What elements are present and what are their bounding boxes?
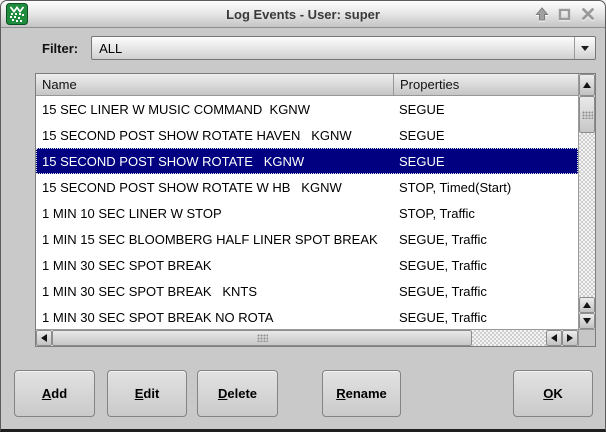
chevron-down-icon	[581, 46, 589, 51]
event-name: 15 SEC LINER W MUSIC COMMAND KGNW	[36, 102, 393, 117]
table-row-selected[interactable]: 15 SECOND POST SHOW ROTATE KGNW SEGUE	[36, 148, 578, 174]
vertical-scrollbar-track[interactable]	[579, 133, 595, 297]
add-button[interactable]: Add	[14, 370, 95, 417]
filter-label: Filter:	[42, 41, 78, 56]
grip-icon	[582, 111, 593, 119]
event-properties: SEGUE, Traffic	[393, 310, 578, 325]
list-rows: 15 SEC LINER W MUSIC COMMAND KGNW SEGUE …	[36, 96, 578, 329]
table-row[interactable]: 1 MIN 30 SEC SPOT BREAK SEGUE, Traffic	[36, 252, 578, 278]
window-title: Log Events - User: super	[1, 7, 605, 22]
down-arrow-icon	[583, 318, 591, 324]
event-name: 1 MIN 30 SEC SPOT BREAK	[36, 258, 393, 273]
event-properties: SEGUE, Traffic	[393, 232, 578, 247]
log-events-dialog: Log Events - User: super Filter: ALL Nam…	[0, 0, 606, 432]
vertical-scrollbar[interactable]	[578, 74, 595, 329]
left-arrow-icon	[41, 334, 47, 342]
event-name: 15 SECOND POST SHOW ROTATE KGNW	[36, 154, 393, 169]
filter-row: Filter: ALL	[1, 36, 596, 60]
table-row[interactable]: 1 MIN 30 SEC SPOT BREAK NO ROTA SEGUE, T…	[36, 304, 578, 329]
combo-dropdown-button[interactable]	[574, 37, 595, 59]
list-header: Name Properties	[36, 74, 578, 96]
table-row[interactable]: 15 SEC LINER W MUSIC COMMAND KGNW SEGUE	[36, 96, 578, 122]
table-row[interactable]: 1 MIN 15 SEC BLOOMBERG HALF LINER SPOT B…	[36, 226, 578, 252]
event-properties: STOP, Timed(Start)	[393, 180, 578, 195]
titlebar[interactable]: Log Events - User: super	[1, 1, 605, 28]
horizontal-scrollbar-track[interactable]	[472, 330, 546, 346]
event-properties: SEGUE	[393, 128, 578, 143]
event-properties: SEGUE, Traffic	[393, 284, 578, 299]
event-properties: SEGUE	[393, 154, 578, 169]
horizontal-scrollbar[interactable]	[36, 329, 578, 346]
grip-icon	[257, 334, 268, 342]
event-properties: STOP, Traffic	[393, 206, 578, 221]
column-header-name[interactable]: Name	[36, 74, 394, 95]
event-name: 1 MIN 30 SEC SPOT BREAK KNTS	[36, 284, 393, 299]
maximize-icon[interactable]	[557, 7, 572, 22]
right-arrow-icon	[567, 334, 573, 342]
shade-window-icon[interactable]	[534, 7, 549, 22]
scroll-left-button-right[interactable]	[546, 330, 562, 346]
ok-button[interactable]: OK	[513, 370, 593, 417]
delete-button[interactable]: Delete	[197, 370, 278, 417]
table-row[interactable]: 15 SECOND POST SHOW ROTATE HAVEN KGNW SE…	[36, 122, 578, 148]
close-icon[interactable]	[580, 7, 595, 22]
scroll-up-button[interactable]	[579, 74, 595, 96]
vertical-scrollbar-thumb[interactable]	[579, 96, 595, 133]
horizontal-scrollbar-thumb[interactable]	[52, 330, 472, 346]
scroll-left-button[interactable]	[36, 330, 52, 346]
log-events-list: Name Properties 15 SEC LINER W MUSIC COM…	[35, 73, 596, 347]
event-properties: SEGUE	[393, 102, 578, 117]
scroll-up-button-bottom[interactable]	[579, 297, 595, 313]
filter-combobox[interactable]: ALL	[91, 36, 596, 60]
event-name: 1 MIN 15 SEC BLOOMBERG HALF LINER SPOT B…	[36, 232, 393, 247]
scrollbar-corner	[578, 329, 595, 346]
table-row[interactable]: 1 MIN 10 SEC LINER W STOP STOP, Traffic	[36, 200, 578, 226]
edit-button[interactable]: Edit	[107, 370, 187, 417]
up-arrow-icon	[583, 82, 591, 88]
event-properties: SEGUE, Traffic	[393, 258, 578, 273]
scroll-down-button[interactable]	[579, 313, 595, 329]
table-row[interactable]: 15 SECOND POST SHOW ROTATE W HB KGNW STO…	[36, 174, 578, 200]
event-name: 15 SECOND POST SHOW ROTATE W HB KGNW	[36, 180, 393, 195]
filter-selected-value: ALL	[99, 41, 122, 56]
event-name: 1 MIN 30 SEC SPOT BREAK NO ROTA	[36, 310, 393, 325]
broadcast-logo-icon	[6, 3, 28, 25]
event-name: 1 MIN 10 SEC LINER W STOP	[36, 206, 393, 221]
left-arrow-icon	[551, 334, 557, 342]
rename-button[interactable]: Rename	[322, 370, 401, 417]
table-row[interactable]: 1 MIN 30 SEC SPOT BREAK KNTS SEGUE, Traf…	[36, 278, 578, 304]
column-header-properties[interactable]: Properties	[394, 74, 578, 95]
window-controls	[534, 7, 595, 22]
event-name: 15 SECOND POST SHOW ROTATE HAVEN KGNW	[36, 128, 393, 143]
scroll-right-button[interactable]	[562, 330, 578, 346]
dialog-button-row: Add Edit Delete Rename OK	[1, 370, 605, 417]
up-arrow-icon	[583, 302, 591, 308]
